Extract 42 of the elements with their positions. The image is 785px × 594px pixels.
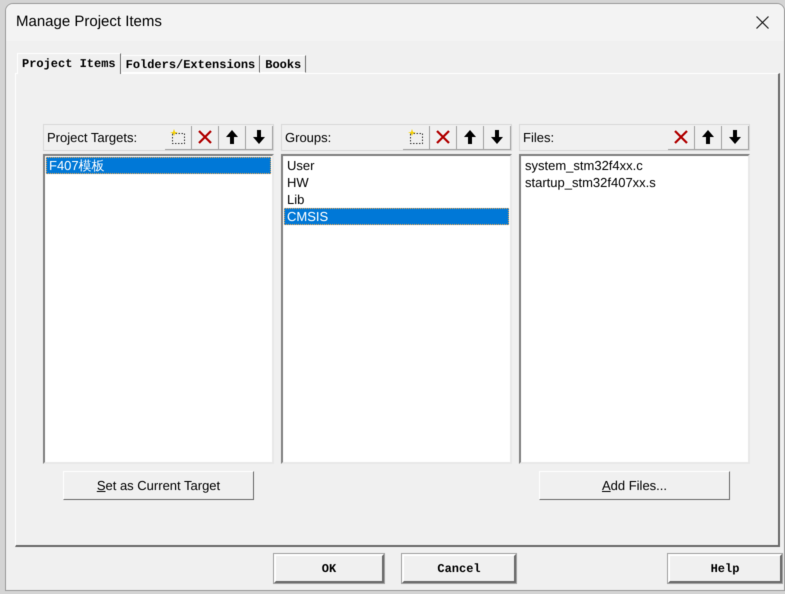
list-item[interactable]: startup_stm32f407xx.s <box>522 174 747 191</box>
tab[interactable]: Project Items <box>17 53 121 74</box>
down-arrow-icon <box>728 129 742 145</box>
toolbar-button[interactable] <box>457 126 484 150</box>
up-arrow-icon <box>463 129 477 145</box>
panel-label: Project Targets: <box>47 128 138 147</box>
delete-icon <box>197 129 213 145</box>
window-title: Manage Project Items <box>16 12 162 32</box>
list-item[interactable]: system_stm32f4xx.c <box>522 157 747 174</box>
panel-action-button[interactable]: Set as Current Target <box>63 471 254 500</box>
toolbar-button[interactable] <box>219 126 246 150</box>
toolbar-button[interactable] <box>695 126 722 150</box>
dialog-button[interactable]: Help <box>668 554 782 583</box>
down-arrow-icon <box>490 129 504 145</box>
list-item[interactable]: HW <box>284 174 509 191</box>
list-item[interactable]: Lib <box>284 191 509 208</box>
tab[interactable]: Books <box>260 55 306 73</box>
list-item[interactable]: User <box>284 157 509 174</box>
toolbar-button[interactable] <box>165 126 192 150</box>
toolbar-button[interactable] <box>484 126 511 150</box>
tab[interactable]: Folders/Extensions <box>120 55 260 73</box>
list-item[interactable]: F407模板 <box>46 157 271 174</box>
toolbar-button[interactable] <box>430 126 457 150</box>
toolbar-button[interactable] <box>192 126 219 150</box>
delete-icon <box>673 129 689 145</box>
panel-label: Files: <box>523 128 554 147</box>
down-arrow-icon <box>252 129 266 145</box>
delete-icon <box>435 129 451 145</box>
toolbar-button[interactable] <box>722 126 749 150</box>
close-icon <box>756 16 768 29</box>
panel-action-button[interactable]: Add Files... <box>539 471 730 500</box>
toolbar-button[interactable] <box>403 126 430 150</box>
dialog-button[interactable]: Cancel <box>402 554 516 583</box>
dialog-button[interactable]: OK <box>274 554 384 583</box>
toolbar-button[interactable] <box>668 126 695 150</box>
new-item-icon <box>170 129 186 145</box>
up-arrow-icon <box>225 129 239 145</box>
panel-label: Groups: <box>285 128 332 147</box>
new-item-icon <box>408 129 424 145</box>
up-arrow-icon <box>701 129 715 145</box>
toolbar-button[interactable] <box>246 126 273 150</box>
list-item[interactable]: CMSIS <box>284 208 509 225</box>
